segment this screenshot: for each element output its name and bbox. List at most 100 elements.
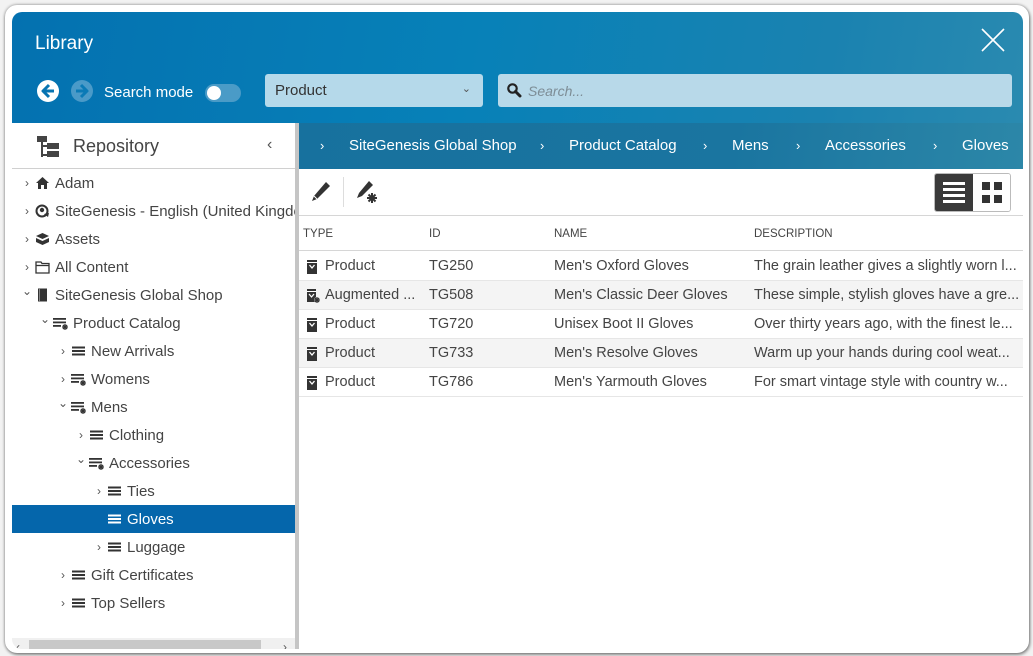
search-mode-toggle[interactable] xyxy=(205,84,241,102)
forward-button[interactable] xyxy=(70,79,94,103)
list-view-button[interactable] xyxy=(935,174,973,211)
augmented-product-icon xyxy=(306,289,320,303)
horizontal-scrollbar[interactable]: ‹ › xyxy=(12,638,295,649)
cell-name: Men's Resolve Gloves xyxy=(554,345,698,361)
close-icon xyxy=(981,28,1005,52)
chevron-down-icon[interactable]: ⌄ xyxy=(58,396,68,410)
scroll-left-icon[interactable]: ‹ xyxy=(16,640,20,649)
back-button[interactable] xyxy=(36,79,60,103)
breadcrumb-item[interactable]: Mens xyxy=(732,137,769,154)
table-row[interactable]: Product TG250 Men's Oxford Gloves The grain… xyxy=(299,252,1023,281)
scroll-right-icon[interactable]: › xyxy=(283,640,287,649)
pencil-asterisk-icon xyxy=(357,181,377,203)
chevron-down-icon: ⌄ xyxy=(461,83,471,95)
category-icon xyxy=(107,484,122,498)
tree-node[interactable]: › New Arrivals xyxy=(12,337,295,365)
tree-node[interactable]: ⌄ Accessories xyxy=(12,449,295,477)
category-icon xyxy=(107,512,122,526)
tree-node[interactable]: › Womens xyxy=(12,365,295,393)
breadcrumb-item[interactable]: Product Catalog xyxy=(569,137,677,154)
table-header: TYPE ID NAME DESCRIPTION xyxy=(299,217,1023,251)
type-select[interactable]: Product ⌄ xyxy=(265,74,483,107)
collapse-panel-button[interactable]: ‹ xyxy=(267,136,272,154)
edit-button[interactable] xyxy=(309,179,335,205)
edit-augmented-button[interactable] xyxy=(354,179,380,205)
cube-icon xyxy=(35,232,50,246)
tree-node[interactable]: Gloves xyxy=(12,505,295,533)
toggle-knob xyxy=(207,86,221,100)
tree-node[interactable]: › Ties xyxy=(12,477,295,505)
search-box[interactable] xyxy=(498,74,1012,107)
tree-node[interactable]: › Luggage xyxy=(12,533,295,561)
chevron-right-icon[interactable]: › xyxy=(22,204,32,218)
close-button[interactable] xyxy=(980,27,1006,53)
grid-view-button[interactable] xyxy=(973,174,1010,211)
cell-description: Warm up your hands during cool weat... xyxy=(754,345,1010,361)
cell-type: Augmented ... xyxy=(325,287,416,303)
chevron-right-icon[interactable]: › xyxy=(94,484,104,498)
breadcrumb-item[interactable]: SiteGenesis Global Shop xyxy=(349,137,517,154)
tree-node-label: Gift Certificates xyxy=(91,567,194,584)
list-icon xyxy=(943,182,965,203)
cell-id: TG250 xyxy=(429,258,474,274)
chevron-right-icon[interactable]: › xyxy=(58,596,68,610)
cell-name: Men's Classic Deer Gloves xyxy=(554,287,728,303)
table-row[interactable]: Product TG720 Unisex Boot II Gloves Over th… xyxy=(299,310,1023,339)
search-icon xyxy=(507,83,522,98)
breadcrumb: › SiteGenesis Global Shop › Product Catalog… xyxy=(299,123,1023,169)
pencil-icon xyxy=(312,182,330,201)
home-icon xyxy=(35,176,50,190)
augmented-category-icon xyxy=(53,316,68,330)
tree-node[interactable]: › SiteGenesis - English (United Kingdom) xyxy=(12,197,295,225)
chevron-down-icon[interactable]: ⌄ xyxy=(22,284,32,298)
chevron-right-icon[interactable]: › xyxy=(58,344,68,358)
category-icon xyxy=(107,540,122,554)
chevron-right-icon[interactable]: › xyxy=(22,260,32,274)
table-row[interactable]: Product TG733 Men's Resolve Gloves Warm up … xyxy=(299,339,1023,368)
category-icon xyxy=(71,596,86,610)
chevron-right-icon[interactable]: › xyxy=(22,232,32,246)
cell-type: Product xyxy=(325,374,375,390)
scrollbar-thumb[interactable] xyxy=(29,640,261,649)
tree-node-label: New Arrivals xyxy=(91,343,175,360)
column-header-description[interactable]: DESCRIPTION xyxy=(754,228,833,240)
column-header-name[interactable]: NAME xyxy=(554,228,587,240)
chevron-down-icon[interactable]: ⌄ xyxy=(40,312,50,326)
table-row[interactable]: Augmented ... TG508 Men's Classic Deer Glo… xyxy=(299,281,1023,310)
tree-node-label: Mens xyxy=(91,399,128,416)
chevron-right-icon[interactable]: › xyxy=(22,176,32,190)
breadcrumb-separator-icon: › xyxy=(933,138,938,153)
tree-node[interactable]: › Assets xyxy=(12,225,295,253)
augmented-category-icon xyxy=(71,400,86,414)
cell-type: Product xyxy=(325,258,375,274)
breadcrumb-item[interactable]: Accessories xyxy=(825,137,906,154)
tree-node[interactable]: ⌄ Mens xyxy=(12,393,295,421)
tree-node[interactable]: › All Content xyxy=(12,253,295,281)
catalog-book-icon xyxy=(35,288,50,302)
tree-node[interactable]: › Adam xyxy=(12,169,295,197)
chevron-right-icon[interactable]: › xyxy=(94,540,104,554)
tree-node[interactable]: ⌄ Product Catalog xyxy=(12,309,295,337)
tree-node[interactable]: ⌄ SiteGenesis Global Shop xyxy=(12,281,295,309)
search-input[interactable] xyxy=(528,74,998,107)
tree-node[interactable]: › Clothing xyxy=(12,421,295,449)
breadcrumb-separator-icon: › xyxy=(796,138,801,153)
column-header-id[interactable]: ID xyxy=(429,228,441,240)
chevron-down-icon[interactable]: ⌄ xyxy=(76,452,86,466)
tree-node-label: Accessories xyxy=(109,455,190,472)
cell-type: Product xyxy=(325,316,375,332)
tree-node[interactable]: › Gift Certificates xyxy=(12,561,295,589)
dialog-header: Library Search mode Product ⌄ xyxy=(12,12,1023,123)
chevron-right-icon[interactable]: › xyxy=(58,372,68,386)
breadcrumb-item[interactable]: Gloves xyxy=(962,137,1009,154)
tree-node-label: Adam xyxy=(55,175,95,192)
column-header-type[interactable]: TYPE xyxy=(303,228,333,240)
tree-structure-icon xyxy=(37,136,59,157)
tree-node[interactable]: › Top Sellers xyxy=(12,589,295,617)
table-row[interactable]: Product TG786 Men's Yarmouth Gloves For sma… xyxy=(299,368,1023,397)
cell-id: TG786 xyxy=(429,374,474,390)
chevron-right-icon[interactable]: › xyxy=(58,568,68,582)
cell-description: These simple, stylish gloves have a gre.… xyxy=(754,287,1020,303)
breadcrumb-separator-icon: › xyxy=(320,138,325,153)
chevron-right-icon[interactable]: › xyxy=(76,428,86,442)
